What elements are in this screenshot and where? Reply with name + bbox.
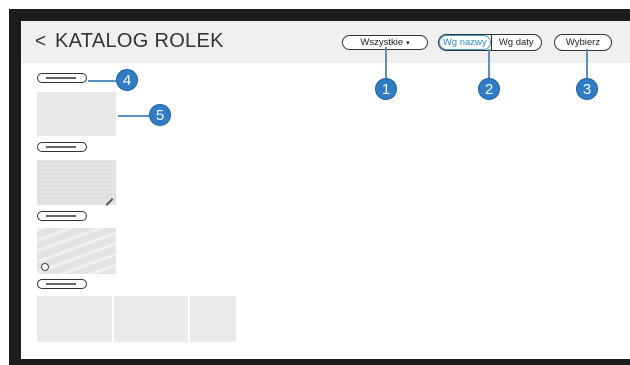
callout-leader bbox=[385, 47, 387, 80]
sort-toggle: Wg nazwy Wg daty bbox=[438, 34, 542, 51]
callout-leader bbox=[118, 115, 150, 117]
callout-badge: 3 bbox=[576, 78, 598, 100]
radio-icon[interactable] bbox=[41, 263, 49, 271]
edit-icon bbox=[105, 198, 114, 206]
roll-name-chip[interactable] bbox=[37, 211, 87, 221]
roll-name-chip[interactable] bbox=[37, 73, 87, 83]
header-bar: < KATALOG ROLEK Wszystkie ▾ Wg nazwy Wg … bbox=[21, 21, 630, 63]
roll-thumbnail[interactable] bbox=[37, 228, 116, 274]
page-title: KATALOG ROLEK bbox=[55, 30, 224, 52]
sort-by-name-label: Wg nazwy bbox=[442, 37, 487, 48]
sort-by-date-button[interactable]: Wg daty bbox=[492, 35, 542, 50]
chevron-left-icon[interactable]: < bbox=[35, 31, 46, 53]
filter-label: Wszystkie bbox=[360, 37, 404, 48]
roll-tile[interactable] bbox=[114, 296, 188, 342]
sort-by-name-button[interactable]: Wg nazwy bbox=[439, 35, 491, 50]
roll-thumbnail-strip[interactable] bbox=[37, 296, 236, 342]
roll-thumbnail[interactable] bbox=[37, 160, 116, 206]
callout-leader bbox=[88, 80, 116, 82]
select-button[interactable]: Wybierz bbox=[554, 34, 612, 51]
callout-badge: 1 bbox=[375, 78, 397, 100]
roll-thumbnail[interactable] bbox=[37, 92, 116, 136]
callout-leader bbox=[488, 49, 490, 80]
roll-tile[interactable] bbox=[190, 296, 236, 342]
callout-badge: 2 bbox=[478, 78, 500, 100]
callout-badge: 4 bbox=[116, 69, 138, 91]
roll-name-chip[interactable] bbox=[37, 279, 87, 289]
callout-badge: 5 bbox=[149, 104, 171, 126]
caret-down-icon: ▾ bbox=[406, 39, 410, 47]
sort-by-date-label: Wg daty bbox=[498, 37, 534, 48]
roll-name-chip[interactable] bbox=[37, 142, 87, 152]
roll-tile[interactable] bbox=[37, 296, 112, 342]
callout-leader bbox=[586, 49, 588, 80]
screen: < KATALOG ROLEK Wszystkie ▾ Wg nazwy Wg … bbox=[21, 21, 630, 359]
